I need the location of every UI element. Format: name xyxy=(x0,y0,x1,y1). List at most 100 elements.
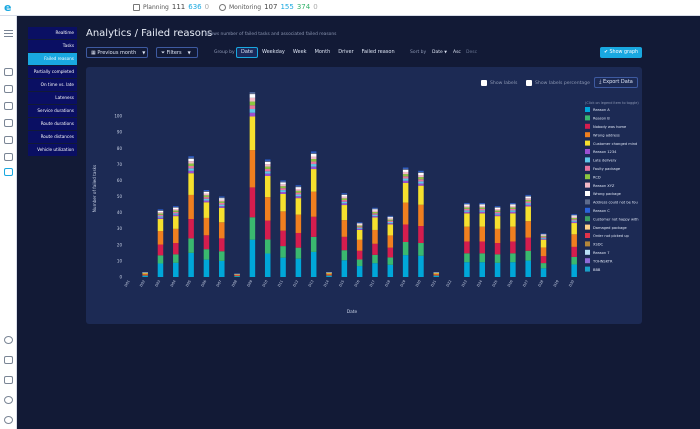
settings-icon[interactable] xyxy=(4,416,13,424)
bar-segment xyxy=(372,243,378,255)
submenu-item[interactable]: Failed reasons xyxy=(28,53,77,65)
app-logo[interactable]: e xyxy=(4,1,11,14)
bar-segment xyxy=(341,201,348,204)
checkbox[interactable] xyxy=(526,80,532,86)
bar-segment xyxy=(264,166,271,169)
submenu-item[interactable]: Route distances xyxy=(28,131,77,143)
submenu-item[interactable]: Partially completed xyxy=(28,66,77,78)
submenu-item[interactable]: Vehicle utilization xyxy=(28,144,77,156)
bar-segment xyxy=(479,202,485,204)
menu-icon[interactable] xyxy=(4,22,13,37)
filters-label: Filters xyxy=(166,50,182,56)
checkbox[interactable] xyxy=(481,80,487,86)
bar-segment xyxy=(203,195,210,198)
bar-segment xyxy=(433,273,440,275)
bar-segment xyxy=(188,165,194,169)
y-axis-label: Number of failed tasks xyxy=(92,165,97,212)
bar-segment xyxy=(188,156,194,158)
sort-by-select[interactable]: Date ▼ xyxy=(432,50,447,55)
list-icon[interactable] xyxy=(4,153,13,161)
bar-segment xyxy=(280,192,286,194)
show-graph-label: Show graph xyxy=(609,50,639,55)
bar-segment xyxy=(203,200,210,203)
group-by-option[interactable]: Weekday xyxy=(258,47,289,58)
vehicle-icon[interactable] xyxy=(4,136,13,144)
bar-segment xyxy=(341,220,348,237)
bar-segment xyxy=(571,216,577,219)
bar-segment xyxy=(402,241,409,256)
bar-segment xyxy=(280,181,286,183)
group-by-option[interactable]: Date xyxy=(236,47,258,58)
legend-entry: Reason 1234 xyxy=(593,150,617,154)
submenu-item[interactable]: Route durations xyxy=(28,118,77,130)
users-icon[interactable] xyxy=(4,376,13,384)
package-icon[interactable] xyxy=(4,102,13,110)
bar-segment xyxy=(418,183,424,186)
info-icon[interactable] xyxy=(4,396,13,404)
legend-swatch xyxy=(585,174,590,180)
integrations-icon[interactable] xyxy=(4,356,13,364)
bar-segment xyxy=(525,250,531,261)
bar-segment xyxy=(464,203,470,205)
bar-segment xyxy=(418,170,424,172)
bar-segment xyxy=(173,206,179,208)
chevron-down-icon: ▼ xyxy=(187,50,191,55)
bar-segment xyxy=(326,275,332,277)
submenu-item[interactable]: Realtime xyxy=(28,27,77,39)
group-by-option[interactable]: Month xyxy=(311,47,335,58)
bar-segment xyxy=(540,263,547,269)
show-labels-percentage-toggle[interactable]: Show labels percentage xyxy=(526,80,590,86)
bar-segment xyxy=(372,211,378,214)
monitoring-count-c: 374 xyxy=(296,3,311,11)
group-by-option[interactable]: Week xyxy=(289,47,311,58)
show-graph-button[interactable]: ✔ Show graph xyxy=(600,47,642,58)
planning-count-b: 636 xyxy=(188,3,202,11)
bar-segment xyxy=(173,210,179,212)
sort-desc[interactable]: Desc xyxy=(466,50,477,55)
bar-segment xyxy=(387,257,394,265)
bar-segment xyxy=(571,218,577,220)
bar-segment xyxy=(525,206,531,222)
bar-segment xyxy=(433,275,440,277)
group-by-option[interactable]: Failed reason xyxy=(358,47,399,58)
x-tick-label: D14 xyxy=(323,280,330,288)
bar-segment xyxy=(264,175,271,198)
submenu-item[interactable]: Tasks xyxy=(28,40,77,52)
submenu-item[interactable]: Lateness xyxy=(28,92,77,104)
tasks-icon[interactable] xyxy=(4,85,13,93)
monitoring-summary[interactable]: Monitoring 107 155 374 0 xyxy=(219,3,318,11)
bar-segment xyxy=(571,234,577,247)
help-icon[interactable] xyxy=(4,336,13,344)
routes-icon[interactable] xyxy=(4,119,13,127)
export-data-button[interactable]: ⤓ Export Data xyxy=(594,77,638,88)
bar-segment xyxy=(494,228,501,244)
group-by-option[interactable]: Driver xyxy=(334,47,357,58)
bar-segment xyxy=(219,202,225,205)
bar-segment xyxy=(387,235,394,248)
map-icon[interactable] xyxy=(4,68,13,76)
legend-swatch xyxy=(585,123,590,129)
bar-segment xyxy=(571,246,577,257)
x-tick-label: D26 xyxy=(507,280,514,288)
filters-button[interactable]: ⏷ Filters ▼ xyxy=(156,47,198,58)
bar-segment xyxy=(402,176,409,179)
bar-segment xyxy=(341,194,348,196)
bar-segment xyxy=(418,175,424,178)
bar-segment xyxy=(387,219,394,221)
submenu-item[interactable]: Service durations xyxy=(28,105,77,117)
period-select[interactable]: ▦ Previous month ▼ xyxy=(86,47,148,58)
bar-segment xyxy=(356,266,363,277)
sort-asc[interactable]: Asc xyxy=(453,50,461,55)
legend-entry: BBB xyxy=(593,268,601,272)
bar-segment xyxy=(188,168,194,171)
bar-segment xyxy=(341,200,348,202)
analytics-icon[interactable] xyxy=(4,168,13,176)
planning-summary[interactable]: Planning 111 636 0 xyxy=(133,3,209,11)
bar-segment xyxy=(479,262,485,277)
bar-segment xyxy=(219,260,225,277)
monitoring-label: Monitoring xyxy=(229,3,262,11)
submenu-item[interactable]: On time vs. late xyxy=(28,79,77,91)
bar-segment xyxy=(341,236,348,251)
show-labels-toggle[interactable]: Show labels xyxy=(481,80,517,86)
legend-entry: Address could not be fou xyxy=(593,201,638,205)
